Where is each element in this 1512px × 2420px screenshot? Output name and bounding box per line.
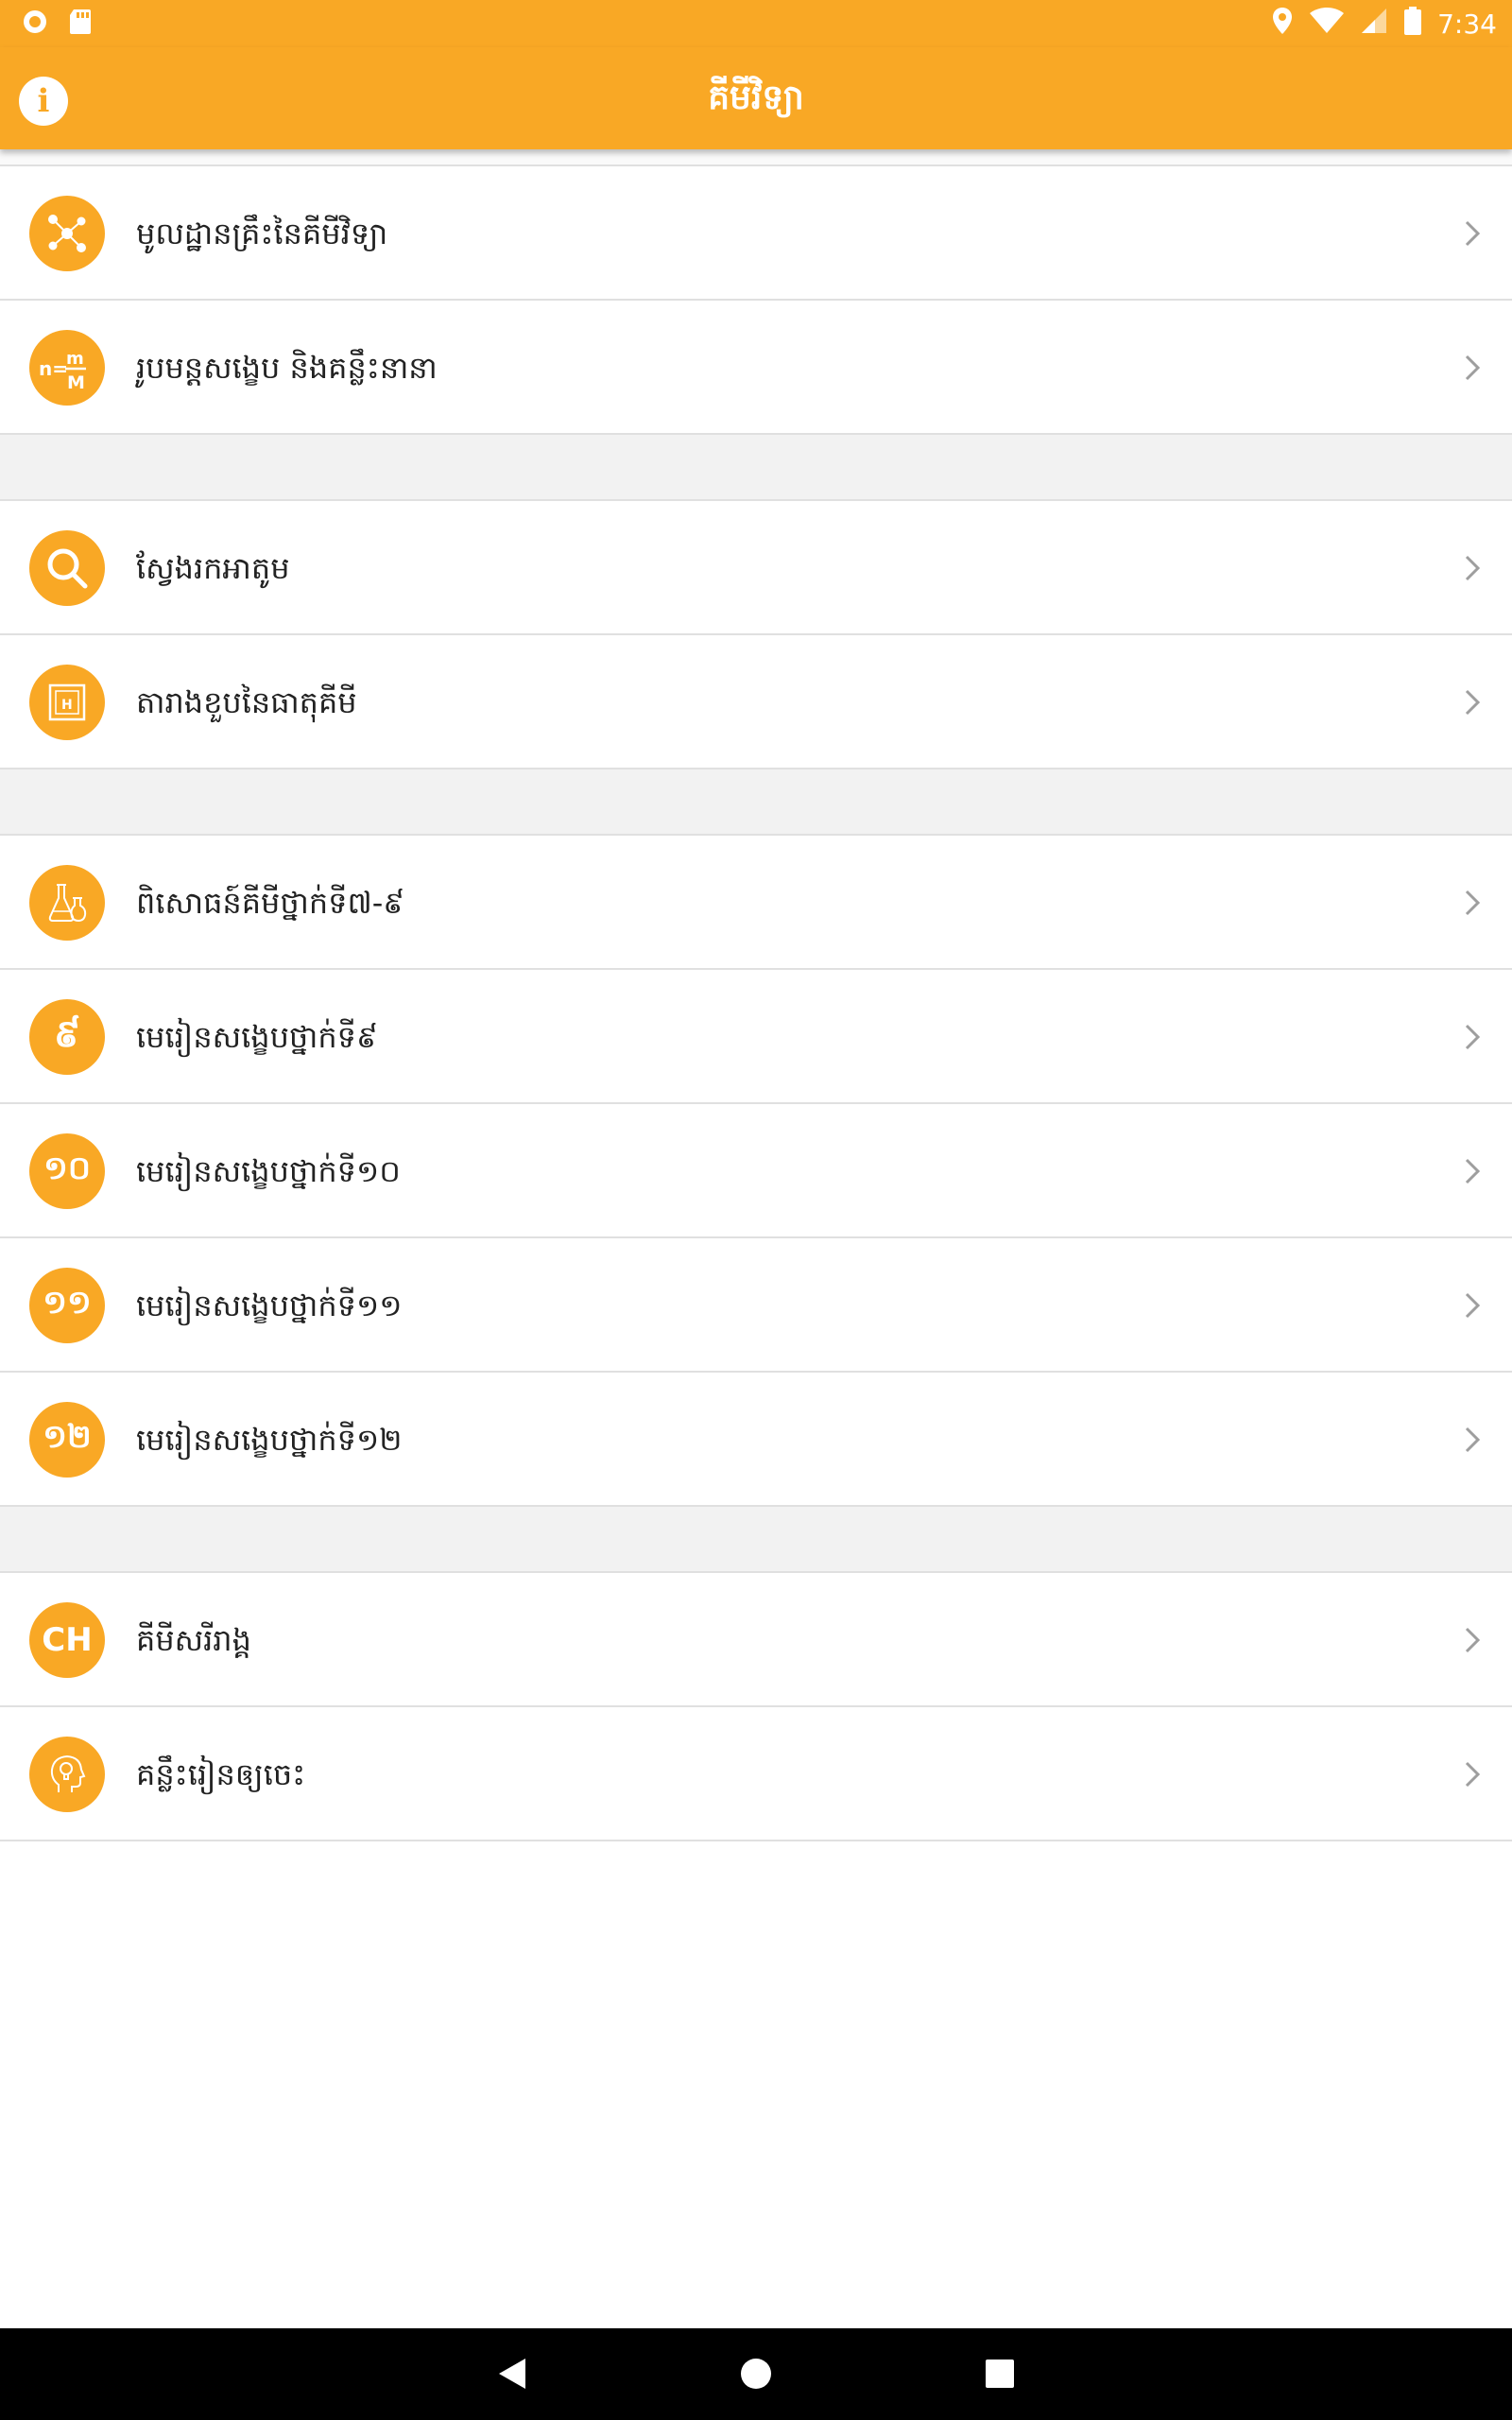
svg-text:m: m bbox=[66, 349, 84, 369]
molecule-icon bbox=[29, 196, 105, 271]
menu-item-search-atom[interactable]: ស្វែងរកអាតូម bbox=[0, 501, 1512, 635]
menu-item-grade-12-summary[interactable]: ១២ មេរៀនសង្ខេបថ្នាក់ទី១២ bbox=[0, 1373, 1512, 1507]
system-nav-bar bbox=[0, 2328, 1512, 2420]
svg-text:H: H bbox=[61, 698, 73, 713]
section-divider bbox=[0, 435, 1512, 501]
menu-item-label: ពិសោធន៍គីមីថ្នាក់ទី៧-៩ bbox=[136, 885, 404, 921]
head-bulb-icon bbox=[29, 1737, 105, 1812]
chevron-right-icon bbox=[1465, 220, 1481, 247]
record-icon bbox=[21, 8, 49, 40]
organic-chemistry-icon-text: CH bbox=[42, 1621, 93, 1659]
periodic-table-icon: H bbox=[29, 665, 105, 740]
menu-item-label: ស្វែងរកអាតូម bbox=[136, 550, 290, 586]
grade-10-icon: ១០ bbox=[29, 1133, 105, 1209]
wifi-icon bbox=[1309, 7, 1345, 42]
grade-11-icon-text: ១១ bbox=[43, 1284, 92, 1322]
menu-item-chemistry-basics[interactable]: មូលដ្ឋានគ្រឹះនៃគីមីវិទ្យា bbox=[0, 166, 1512, 301]
flask-icon bbox=[29, 865, 105, 941]
menu-item-label: មូលដ្ឋានគ្រឹះនៃគីមីវិទ្យា bbox=[136, 216, 388, 251]
menu-item-label: មេរៀនសង្ខេបថ្នាក់ទី១២ bbox=[136, 1422, 403, 1458]
page-title: គីមីវិទ្យា bbox=[708, 78, 804, 117]
menu-item-study-tips[interactable]: គន្លឹះរៀនឲ្យចេះ bbox=[0, 1707, 1512, 1841]
home-icon[interactable] bbox=[739, 2355, 773, 2393]
menu-item-grade-10-summary[interactable]: ១០ មេរៀនសង្ខេបថ្នាក់ទី១០ bbox=[0, 1104, 1512, 1238]
menu-item-grade-9-summary[interactable]: ៩ មេរៀនសង្ខេបថ្នាក់ទី៩ bbox=[0, 970, 1512, 1104]
grade-10-icon-text: ១០ bbox=[43, 1150, 91, 1187]
menu-item-label: មេរៀនសង្ខេបថ្នាក់ទី១១ bbox=[136, 1288, 403, 1323]
grade-9-icon-text: ៩ bbox=[53, 1011, 81, 1056]
menu-item-label: រូបមន្តសង្ខេប និងគន្លឹះនានា bbox=[136, 350, 438, 386]
recents-icon[interactable] bbox=[983, 2355, 1017, 2393]
chevron-right-icon bbox=[1465, 1158, 1481, 1184]
organic-chemistry-icon: CH bbox=[29, 1602, 105, 1678]
grade-11-icon: ១១ bbox=[29, 1268, 105, 1343]
location-icon bbox=[1271, 6, 1294, 43]
signal-icon bbox=[1360, 7, 1388, 42]
menu-item-grade-11-summary[interactable]: ១១ មេរៀនសង្ខេបថ្នាក់ទី១១ bbox=[0, 1238, 1512, 1373]
clock-time: 7:34 bbox=[1437, 9, 1497, 40]
menu-list: មូលដ្ឋានគ្រឹះនៃគីមីវិទ្យា n= m M រូបមន្ត… bbox=[0, 149, 1512, 1841]
formula-icon: n= m M bbox=[29, 330, 105, 406]
chevron-right-icon bbox=[1465, 1024, 1481, 1050]
chevron-right-icon bbox=[1465, 1761, 1481, 1788]
menu-item-label: គន្លឹះរៀនឲ្យចេះ bbox=[136, 1756, 306, 1792]
sd-card-icon bbox=[68, 8, 93, 40]
menu-item-organic-chemistry[interactable]: CH គីមីសរីរាង្គ bbox=[0, 1573, 1512, 1707]
chevron-right-icon bbox=[1465, 555, 1481, 581]
svg-text:n=: n= bbox=[39, 357, 68, 380]
menu-item-experiments[interactable]: ពិសោធន៍គីមីថ្នាក់ទី៧-៩ bbox=[0, 836, 1512, 970]
grade-9-icon: ៩ bbox=[29, 999, 105, 1075]
menu-item-periodic-table[interactable]: H តារាងខួបនៃធាតុគីមី bbox=[0, 635, 1512, 769]
chevron-right-icon bbox=[1465, 1292, 1481, 1319]
search-icon bbox=[29, 530, 105, 606]
battery-icon bbox=[1403, 6, 1422, 43]
menu-item-formulas[interactable]: n= m M រូបមន្តសង្ខេប និងគន្លឹះនានា bbox=[0, 301, 1512, 435]
chevron-right-icon bbox=[1465, 1426, 1481, 1453]
grade-12-icon-text: ១២ bbox=[43, 1418, 92, 1456]
svg-text:M: M bbox=[67, 372, 85, 393]
chevron-right-icon bbox=[1465, 689, 1481, 716]
menu-item-label: មេរៀនសង្ខេបថ្នាក់ទី១០ bbox=[136, 1153, 401, 1189]
chevron-right-icon bbox=[1465, 354, 1481, 381]
list-top-spacer bbox=[0, 149, 1512, 166]
status-bar: 7:34 bbox=[0, 0, 1512, 47]
chevron-right-icon bbox=[1465, 1627, 1481, 1653]
app-bar: i គីមីវិទ្យា bbox=[0, 47, 1512, 149]
section-divider bbox=[0, 769, 1512, 836]
menu-item-label: តារាងខួបនៃធាតុគីមី bbox=[136, 684, 357, 720]
menu-item-label: មេរៀនសង្ខេបថ្នាក់ទី៩ bbox=[136, 1019, 378, 1055]
back-icon[interactable] bbox=[495, 2355, 529, 2393]
section-divider bbox=[0, 1507, 1512, 1573]
chevron-right-icon bbox=[1465, 890, 1481, 916]
menu-item-label: គីមីសរីរាង្គ bbox=[136, 1622, 251, 1658]
grade-12-icon: ១២ bbox=[29, 1402, 105, 1478]
